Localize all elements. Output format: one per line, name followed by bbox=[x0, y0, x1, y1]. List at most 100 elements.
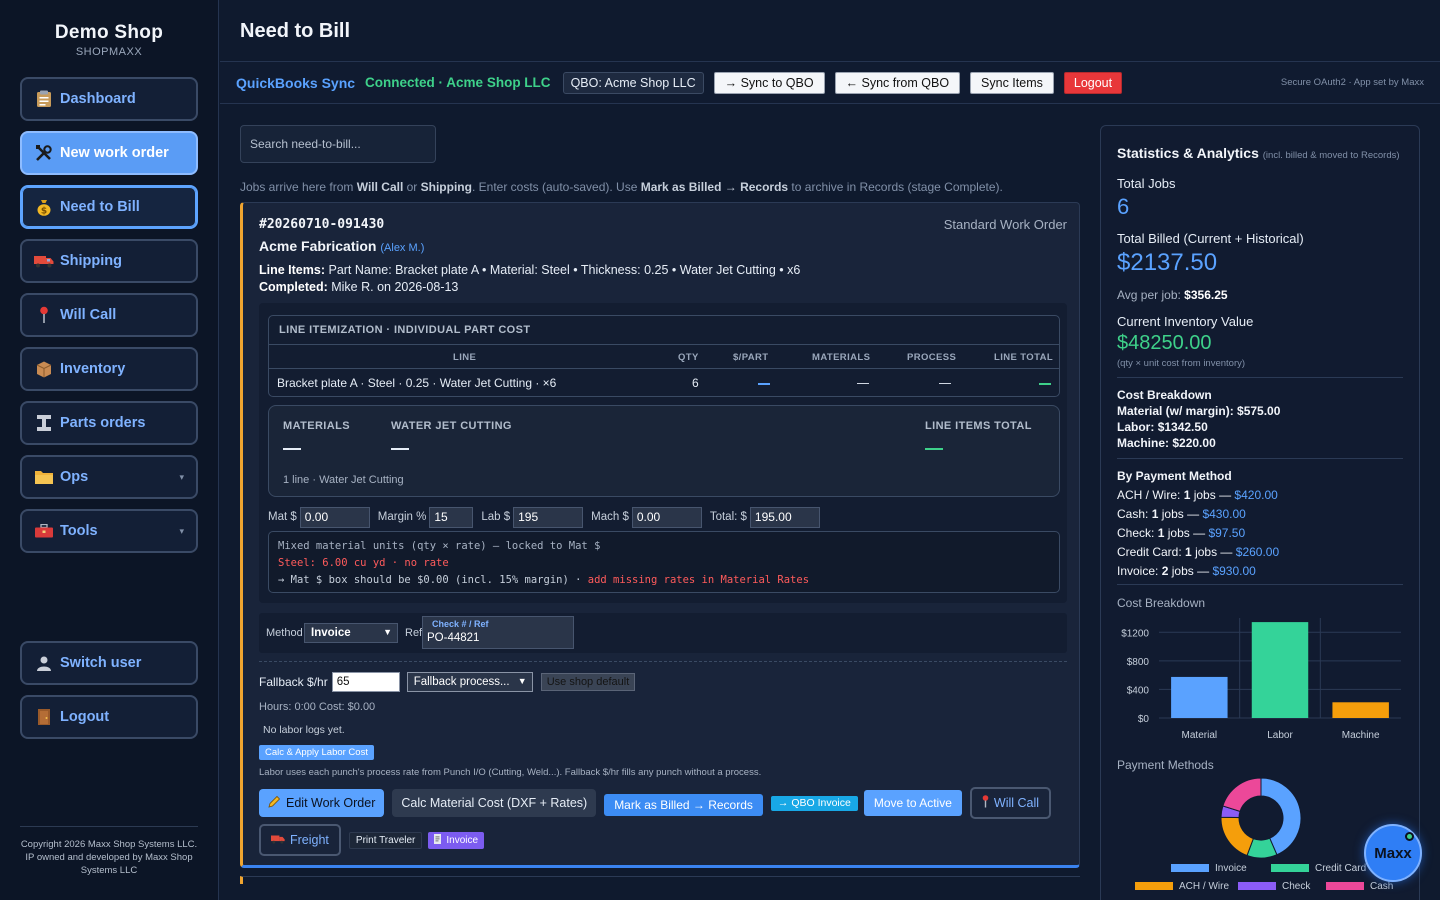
payment-unit: jobs — bbox=[1195, 545, 1233, 559]
move-to-active-button[interactable]: Move to Active bbox=[863, 790, 962, 816]
sidebar-item-shipping[interactable]: Shipping bbox=[20, 239, 198, 283]
legend-swatch bbox=[1238, 882, 1276, 890]
y-tick-label: $400 bbox=[1127, 685, 1150, 696]
actions-row-secondary: Freight Print Traveler Invoice bbox=[259, 824, 485, 856]
sidebar-item-parts-orders[interactable]: Parts orders bbox=[20, 401, 198, 445]
payment-unit: jobs — bbox=[1167, 526, 1206, 540]
sidebar-item-need-to-bill[interactable]: $ Need to Bill bbox=[20, 185, 198, 229]
ref-input[interactable]: Check # / Ref PO-44821 bbox=[422, 616, 574, 649]
button-label: Invoice bbox=[446, 834, 479, 846]
table-cell-materials bbox=[857, 376, 869, 390]
button-label: Edit Work Order bbox=[286, 796, 376, 810]
empty-value-dash bbox=[1039, 382, 1051, 385]
completed-summary: Completed: Mike R. on 2026-08-13 bbox=[259, 280, 458, 294]
customer-name-text: Acme Fabrication bbox=[259, 238, 377, 254]
use-shop-default-button[interactable]: Use shop default bbox=[540, 673, 636, 691]
labor-note: Labor uses each punch's process rate fro… bbox=[259, 767, 762, 778]
column-header: QTY bbox=[678, 352, 699, 363]
x-tick-label: Labor bbox=[1267, 730, 1293, 741]
mat-input[interactable] bbox=[299, 506, 370, 528]
payment-count: 2 bbox=[1161, 564, 1169, 578]
payment-row: Cash: 1 jobs — $430.00 bbox=[1117, 507, 1246, 521]
sidebar-item-ops[interactable]: Ops ▾ bbox=[20, 455, 198, 499]
hint-bold: Will Call bbox=[356, 180, 404, 194]
sidebar-item-will-call[interactable]: Will Call bbox=[20, 293, 198, 337]
will-call-button[interactable]: Will Call bbox=[969, 787, 1052, 819]
labor-label: Labor: bbox=[1117, 420, 1155, 434]
chevron-down-icon: ▾ bbox=[179, 471, 184, 482]
stats-title-text: Statistics & Analytics bbox=[1117, 145, 1259, 161]
calc-labor-button[interactable]: Calc & Apply Labor Cost bbox=[259, 745, 374, 760]
sync-status: Connected · Acme Shop LLC bbox=[365, 75, 551, 90]
brand: Demo Shop SHOPMAXX bbox=[0, 0, 218, 58]
pin-icon bbox=[982, 795, 989, 811]
freight-button[interactable]: Freight bbox=[259, 824, 341, 856]
method-value: Invoice bbox=[311, 627, 351, 639]
material-rates-link[interactable]: add missing rates in Material Rates bbox=[588, 574, 809, 586]
customer-contact: (Alex M.) bbox=[380, 242, 425, 254]
cost-summary-box: MATERIALS WATER JET CUTTING LINE ITEMS T… bbox=[268, 405, 1060, 497]
hint-text: Jobs arrive here from bbox=[240, 180, 357, 194]
button-label: Will Call bbox=[993, 796, 1040, 810]
cost-breakdown-chart: $0 $400 $800 $1200 Material Labor Machine bbox=[1121, 618, 1401, 741]
legend-swatch bbox=[1135, 882, 1173, 890]
edit-work-order-button[interactable]: Edit Work Order bbox=[259, 789, 385, 817]
money-bag-icon: $ bbox=[34, 197, 54, 217]
payment-name: Invoice: bbox=[1117, 564, 1159, 578]
payment-method-select[interactable]: Invoice ▼ bbox=[304, 623, 398, 643]
payment-row: Invoice: 2 jobs — $930.00 bbox=[1117, 564, 1256, 578]
logout-nav-button[interactable]: Logout bbox=[20, 695, 198, 739]
payment-row: ACH / Wire: 1 jobs — $420.00 bbox=[1117, 488, 1278, 502]
sidebar-item-new-work-order[interactable]: New work order bbox=[20, 131, 198, 175]
line-items-total-value bbox=[925, 448, 943, 450]
lab-input[interactable] bbox=[513, 506, 584, 528]
sidebar-item-label: Will Call bbox=[60, 307, 117, 323]
invoice-button[interactable]: Invoice bbox=[428, 831, 485, 849]
warning-line: Steel: 6.00 cu yd · no rate bbox=[278, 557, 449, 569]
machine-cost: Machine: $220.00 bbox=[1117, 436, 1216, 450]
total-input[interactable] bbox=[749, 506, 820, 528]
bar-material bbox=[1171, 676, 1228, 718]
legend-label: ACH / Wire bbox=[1179, 881, 1229, 892]
fallback-process-select[interactable]: Fallback process... ▼ bbox=[406, 672, 533, 692]
hint-text: or bbox=[403, 180, 421, 194]
qbo-logout-button[interactable]: Logout bbox=[1063, 71, 1123, 94]
sidebar-item-inventory[interactable]: Inventory bbox=[20, 347, 198, 391]
sidebar-item-label: Shipping bbox=[60, 253, 123, 269]
inventory-value: $48250.00 bbox=[1117, 332, 1212, 354]
mark-as-billed-button[interactable]: Mark as Billed → Records bbox=[604, 794, 763, 816]
sync-from-qbo-button[interactable]: ← Sync from QBO bbox=[834, 71, 961, 94]
by-payment-title: By Payment Method bbox=[1117, 469, 1232, 483]
payment-count: 1 bbox=[1183, 488, 1191, 502]
maxx-assistant-button[interactable]: Maxx bbox=[1364, 824, 1422, 882]
calc-material-cost-button[interactable]: Calc Material Cost (DXF + Rates) bbox=[392, 789, 597, 817]
print-traveler-button[interactable]: Print Traveler bbox=[348, 831, 423, 849]
hint-text: . Enter costs (auto-saved). Use bbox=[471, 180, 641, 194]
margin-input[interactable] bbox=[429, 506, 474, 528]
column-header: LINE bbox=[453, 352, 477, 363]
sync-to-qbo-button[interactable]: → Sync to QBO bbox=[713, 71, 825, 94]
hint-text: to archive in Records (stage Complete). bbox=[788, 180, 1003, 194]
customer-name: Acme Fabrication (Alex M.) bbox=[259, 238, 424, 254]
qbo-company-chip: QBO: Acme Shop LLC bbox=[562, 71, 704, 94]
table-cell-process bbox=[939, 376, 951, 390]
sidebar-item-tools[interactable]: Tools ▾ bbox=[20, 509, 198, 553]
materials-value bbox=[283, 448, 301, 450]
fallback-rate-input[interactable] bbox=[331, 672, 400, 692]
cost-breakdown-title: Cost Breakdown bbox=[1117, 388, 1212, 402]
no-labor-logs: No labor logs yet. bbox=[263, 724, 345, 736]
sync-items-button[interactable]: Sync Items bbox=[970, 71, 1054, 94]
sidebar-item-label: Switch user bbox=[60, 655, 142, 671]
qbo-invoice-button[interactable]: → QBO Invoice bbox=[770, 795, 858, 811]
x-tick-label: Material bbox=[1182, 730, 1218, 741]
mach-input[interactable] bbox=[631, 506, 702, 528]
slice-ach-wire bbox=[1220, 816, 1254, 857]
sidebar-item-dashboard[interactable]: Dashboard bbox=[20, 77, 198, 121]
payment-amount: $430.00 bbox=[1202, 507, 1246, 521]
empty-value-dash bbox=[857, 383, 869, 385]
payment-name: Credit Card: bbox=[1117, 545, 1182, 559]
x-tick-label: Machine bbox=[1342, 730, 1380, 741]
switch-user-button[interactable]: Switch user bbox=[20, 641, 198, 685]
payment-count: 1 bbox=[1185, 545, 1192, 559]
search-input[interactable] bbox=[240, 125, 436, 163]
